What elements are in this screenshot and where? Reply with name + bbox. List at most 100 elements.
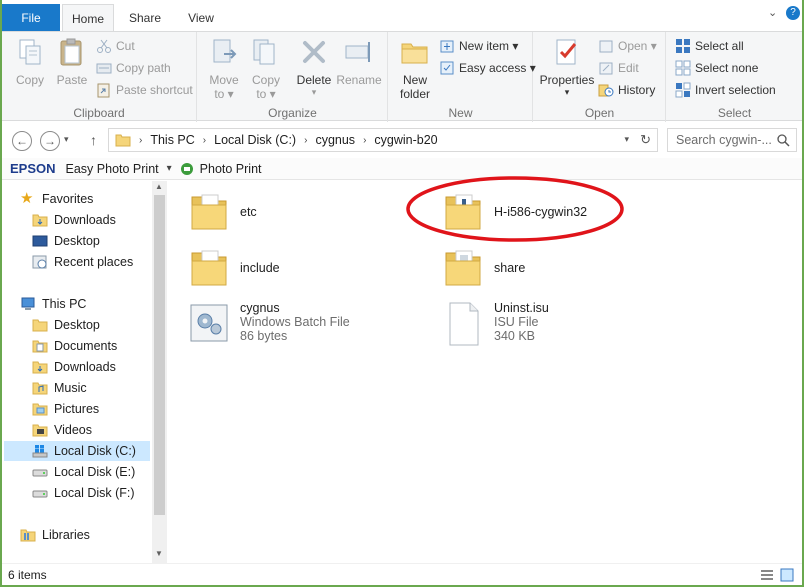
- scroll-up-icon[interactable]: ▲: [155, 182, 163, 191]
- file-item-share[interactable]: share: [442, 243, 525, 291]
- large-icons-view-icon[interactable]: [780, 568, 794, 582]
- invert-selection-button[interactable]: Invert selection: [675, 80, 776, 100]
- breadcrumb-cygnus[interactable]: cygnus: [315, 133, 355, 147]
- nav-downloads[interactable]: Downloads: [32, 357, 116, 377]
- properties-button[interactable]: Properties ▾: [538, 36, 596, 98]
- nav-local-disk-e[interactable]: Local Disk (E:): [32, 462, 135, 482]
- invert-selection-icon: [675, 82, 691, 98]
- nav-videos[interactable]: Videos: [32, 420, 92, 440]
- select-all-button[interactable]: Select all: [675, 36, 744, 56]
- nav-local-disk-c-label: Local Disk (C:): [54, 444, 136, 458]
- copy-to-label-2: to ▾: [256, 87, 276, 101]
- forward-button[interactable]: →: [40, 131, 60, 151]
- photo-print-button[interactable]: Photo Print: [200, 162, 262, 176]
- open-button[interactable]: Open ▾: [598, 36, 657, 56]
- nav-music[interactable]: Music: [32, 378, 87, 398]
- up-arrow-icon[interactable]: ↑: [90, 132, 97, 148]
- new-folder-button[interactable]: New folder: [395, 36, 435, 101]
- nav-documents[interactable]: Documents: [32, 336, 117, 356]
- new-item-label: New item ▾: [459, 39, 519, 53]
- back-arrow-icon: ←: [16, 134, 28, 148]
- nav-favorites-desktop[interactable]: Desktop: [32, 231, 100, 251]
- rename-button[interactable]: Rename: [336, 36, 382, 87]
- open-group: Properties ▾ Open ▾ Edit History Open: [534, 32, 666, 122]
- scroll-down-icon[interactable]: ▼: [155, 549, 163, 558]
- music-icon: [32, 382, 48, 395]
- nav-pictures[interactable]: Pictures: [32, 399, 99, 419]
- copy-path-button[interactable]: Copy path: [96, 58, 171, 78]
- invert-selection-label: Invert selection: [695, 83, 776, 97]
- tab-share[interactable]: Share: [120, 4, 170, 32]
- select-all-label: Select all: [695, 39, 744, 53]
- select-none-button[interactable]: Select none: [675, 58, 758, 78]
- tab-file[interactable]: File: [2, 4, 60, 32]
- nav-recent-places-label: Recent places: [54, 255, 134, 269]
- recent-locations-chevron-icon[interactable]: ▾: [64, 134, 69, 145]
- breadcrumb-this-pc[interactable]: This PC: [150, 133, 194, 147]
- tab-home[interactable]: Home: [62, 4, 114, 32]
- nav-favorites-label: Favorites: [42, 192, 94, 206]
- folder-icon: [191, 250, 227, 286]
- history-button[interactable]: History: [598, 80, 655, 100]
- new-folder-icon: [401, 43, 428, 64]
- help-button[interactable]: ?: [786, 6, 800, 20]
- nav-favorites-downloads[interactable]: Downloads: [32, 210, 116, 230]
- nav-this-pc[interactable]: This PC: [20, 294, 86, 314]
- file-item-include[interactable]: include: [188, 243, 280, 291]
- move-to-button[interactable]: Move to ▾: [206, 36, 242, 101]
- collapse-ribbon-button[interactable]: ⌄: [768, 6, 777, 19]
- search-input[interactable]: Search cygwin-...: [667, 128, 797, 152]
- clipboard-group: Copy Paste Cut Copy path Paste shortcut …: [2, 32, 197, 122]
- edit-label: Edit: [618, 61, 639, 75]
- libraries-icon: [20, 529, 36, 542]
- properties-arrow: ▾: [564, 87, 570, 97]
- edit-button[interactable]: Edit: [598, 58, 639, 78]
- refresh-icon[interactable]: ↻: [640, 132, 651, 148]
- nav-scrollbar-thumb[interactable]: [154, 195, 165, 515]
- details-view-icon[interactable]: [760, 568, 774, 582]
- scissors-icon: [97, 39, 111, 53]
- paste-button[interactable]: Paste: [54, 36, 90, 87]
- new-item-icon: [440, 40, 454, 53]
- file-item-uninst-isu[interactable]: Uninst.isu ISU File 340 KB: [442, 299, 549, 347]
- breadcrumb-cygwin-b20[interactable]: cygwin-b20: [374, 133, 437, 147]
- batch-file-gear-icon: [190, 304, 228, 342]
- nav-scrollbar[interactable]: ▲ ▼: [152, 181, 167, 563]
- nav-local-disk-c[interactable]: Local Disk (C:): [4, 441, 150, 461]
- paste-icon: [60, 38, 82, 66]
- paste-label: Paste: [56, 73, 88, 87]
- copy-to-button[interactable]: Copy to ▾: [248, 36, 284, 101]
- back-button[interactable]: ←: [12, 131, 32, 151]
- folder-icon: [191, 194, 227, 230]
- search-placeholder: Search cygwin-...: [676, 133, 772, 147]
- nav-favorites[interactable]: ★ Favorites: [20, 189, 93, 209]
- file-item-cygnus[interactable]: cygnus Windows Batch File 86 bytes: [188, 299, 350, 347]
- folder-icon: [445, 250, 481, 286]
- open-icon: [599, 40, 613, 53]
- new-item-button[interactable]: New item ▾: [439, 36, 518, 56]
- rename-label: Rename: [336, 73, 382, 87]
- address-dropdown-icon[interactable]: ▾: [624, 134, 629, 145]
- nav-local-disk-f[interactable]: Local Disk (F:): [32, 483, 135, 503]
- nav-desktop[interactable]: Desktop: [32, 315, 100, 335]
- nav-libraries[interactable]: Libraries: [20, 525, 90, 545]
- copy-button[interactable]: Copy: [10, 36, 50, 87]
- file-item-etc[interactable]: etc: [188, 187, 257, 235]
- cut-button[interactable]: Cut: [96, 36, 135, 56]
- address-row: ← → ▾ ↑ › This PC › Local Disk (C:) › cy…: [2, 122, 802, 158]
- copy-to-icon: [253, 39, 275, 65]
- nav-libraries-label: Libraries: [42, 528, 90, 542]
- address-bar[interactable]: › This PC › Local Disk (C:) › cygnus › c…: [108, 128, 658, 152]
- delete-button[interactable]: Delete ▾: [294, 36, 334, 98]
- nav-recent-places[interactable]: Recent places: [32, 252, 133, 272]
- breadcrumb-local-disk-c[interactable]: Local Disk (C:): [214, 133, 296, 147]
- tab-view[interactable]: View: [178, 4, 224, 32]
- paste-shortcut-button[interactable]: Paste shortcut: [96, 80, 193, 100]
- easy-photo-print-button[interactable]: Easy Photo Print: [66, 162, 159, 176]
- folder-icon: [115, 134, 131, 147]
- easy-access-button[interactable]: Easy access ▾: [439, 58, 536, 78]
- easy-photo-print-dropdown-icon[interactable]: ▾: [167, 163, 172, 174]
- annotation-ellipse: [406, 176, 624, 242]
- nav-documents-label: Documents: [54, 339, 118, 353]
- edit-icon: [599, 62, 613, 75]
